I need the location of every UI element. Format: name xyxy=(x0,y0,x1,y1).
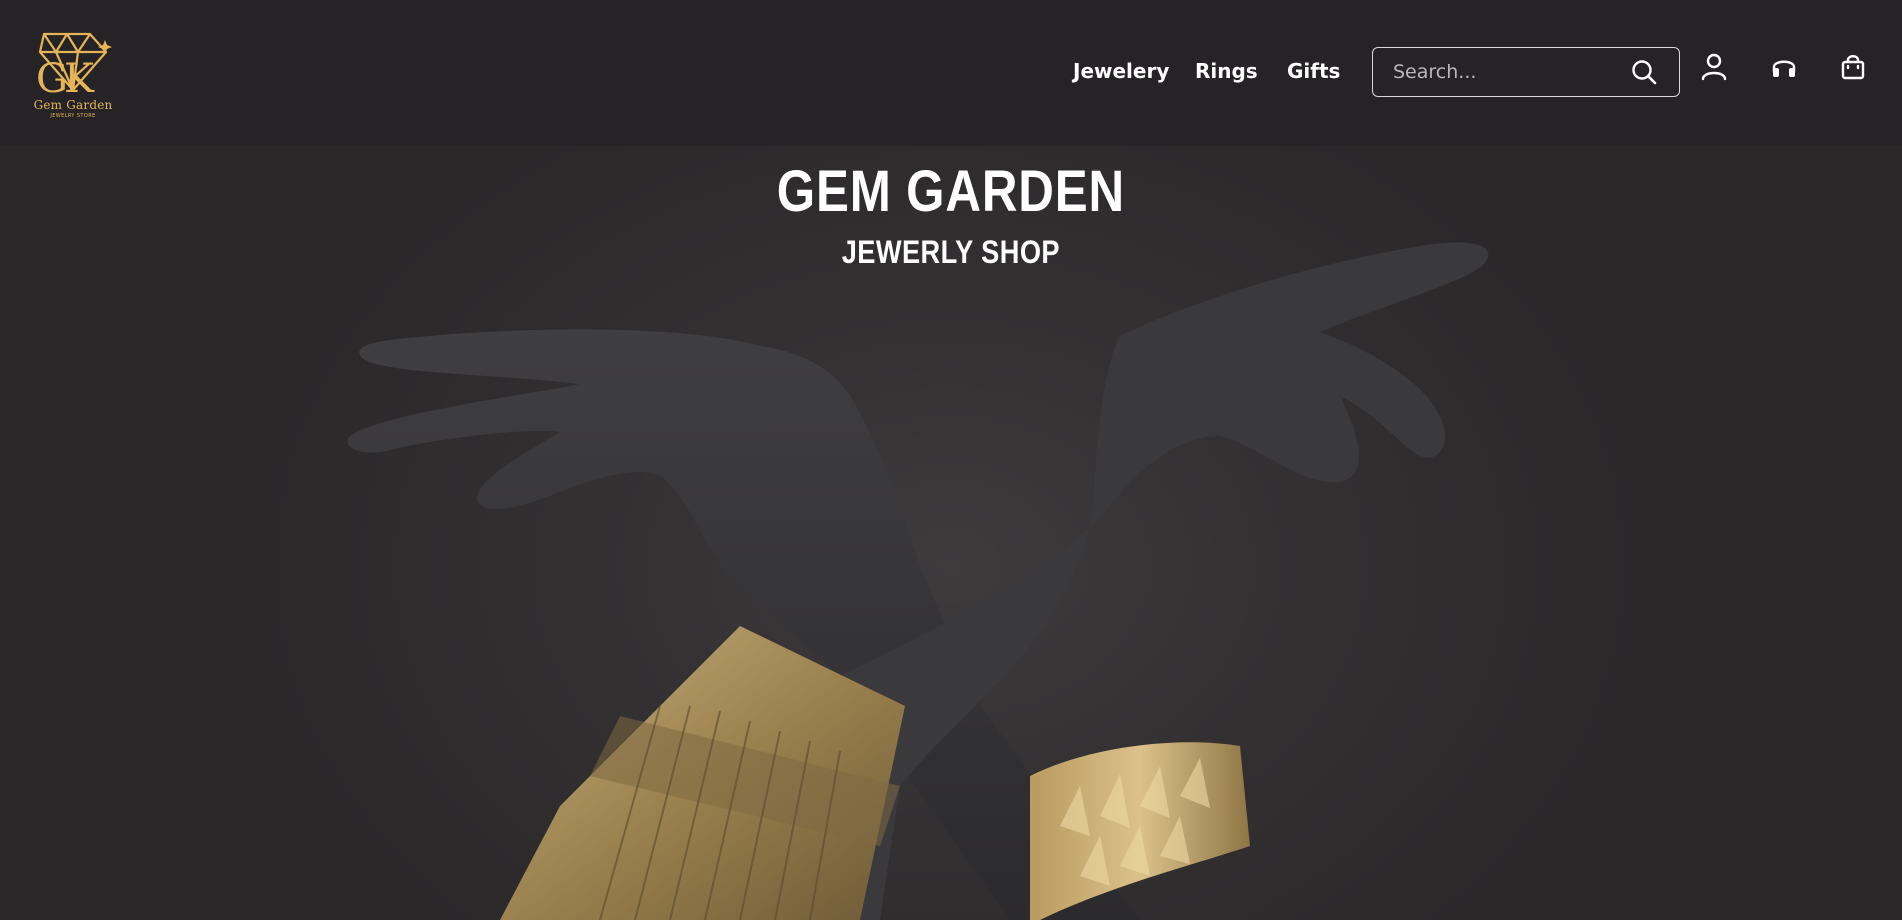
search-box xyxy=(1372,47,1680,97)
nav-item-jewelery[interactable]: Jewelery xyxy=(1073,59,1169,83)
page: G K Gem Garden Jewelry Store Jewelery Ri… xyxy=(0,0,1902,920)
brand-logo[interactable]: G K Gem Garden Jewelry Store xyxy=(30,26,116,124)
gold-leaf-bracelet-shape xyxy=(1030,742,1250,920)
account-button[interactable] xyxy=(1699,52,1729,82)
support-button[interactable] xyxy=(1769,52,1799,82)
headphones-icon xyxy=(1772,60,1796,77)
hero-subtitle: JEWERLY SHOP xyxy=(841,234,1060,270)
hero-title: GEM GARDEN xyxy=(776,159,1125,224)
search-icon xyxy=(1632,60,1657,85)
nav-item-gifts[interactable]: Gifts xyxy=(1287,59,1340,83)
user-icon xyxy=(1701,53,1727,81)
shopping-bag-icon xyxy=(1841,55,1865,80)
site-header: G K Gem Garden Jewelry Store Jewelery Ri… xyxy=(0,0,1902,146)
diamond-monogram-icon: G K xyxy=(36,32,112,98)
brand-tagline: Jewelry Store xyxy=(50,113,96,119)
cart-button[interactable] xyxy=(1838,52,1868,82)
search-button[interactable] xyxy=(1631,59,1657,85)
nav-item-rings[interactable]: Rings xyxy=(1195,59,1258,83)
svg-text:K: K xyxy=(64,56,95,98)
brand-name: Gem Garden xyxy=(33,98,113,112)
search-input[interactable] xyxy=(1391,48,1621,95)
hero-banner: GEM GARDEN JEWERLY SHOP xyxy=(0,146,1902,920)
